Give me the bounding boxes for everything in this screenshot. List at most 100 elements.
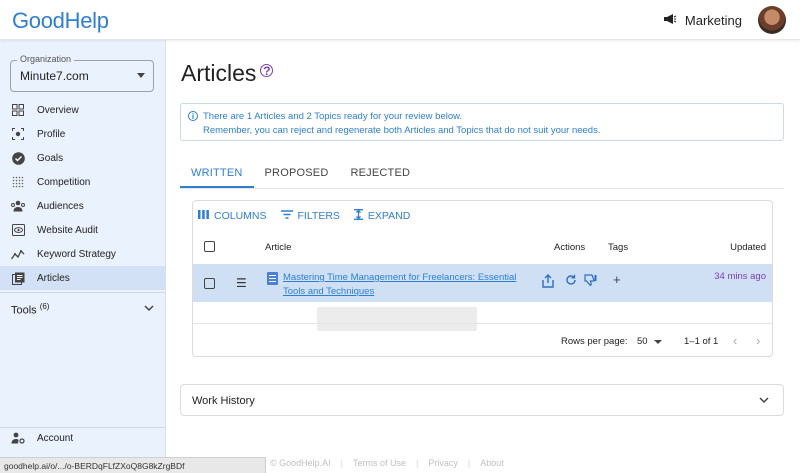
sidebar-item-label: Articles <box>37 272 70 284</box>
columns-icon <box>198 210 209 222</box>
articles-table-card: COLUMNS FILTERS EXPAND Article Actions T… <box>192 200 773 357</box>
pagination-range: 1–1 of 1 <box>684 336 719 347</box>
table-header: Article Actions Tags Updated <box>193 237 772 263</box>
megaphone-icon <box>663 13 677 28</box>
sidebar: Organization Minute7.com Overview Profil… <box>0 40 166 473</box>
work-history-label: Work History <box>192 395 255 407</box>
sidebar-item-label: Website Audit <box>37 224 98 236</box>
profile-scan-icon <box>11 127 25 141</box>
sidebar-divider <box>0 292 166 293</box>
organization-select[interactable]: Organization Minute7.com <box>10 54 154 92</box>
footer-about-link[interactable]: About <box>480 458 504 468</box>
regenerate-icon[interactable] <box>565 274 577 289</box>
app-logo[interactable]: GoodHelp <box>12 8 109 34</box>
eye-box-icon <box>11 223 25 237</box>
page-title: Articles ? <box>181 60 274 87</box>
grid-icon <box>11 103 25 117</box>
sidebar-item-website-audit[interactable]: Website Audit <box>0 218 166 242</box>
sidebar-item-profile[interactable]: Profile <box>0 122 166 146</box>
sidebar-item-label: Audiences <box>37 200 84 212</box>
thumbs-down-icon[interactable] <box>584 274 597 289</box>
filters-button[interactable]: FILTERS <box>280 209 340 223</box>
help-icon[interactable]: ? <box>260 64 274 78</box>
main-content: Articles ? i There are 1 Articles and 2 … <box>166 40 800 473</box>
page-title-text: Articles <box>181 60 257 86</box>
sidebar-item-label: Overview <box>37 104 79 116</box>
column-header-updated[interactable]: Updated <box>730 242 766 253</box>
article-title-link[interactable]: Mastering Time Management for Freelancer… <box>283 271 533 299</box>
sidebar-item-label: Competition <box>37 176 91 188</box>
column-header-actions: Actions <box>554 242 586 253</box>
updated-time: 34 mins ago <box>714 271 766 282</box>
sidebar-item-label: Keyword Strategy <box>37 248 116 260</box>
workspace-name: Marketing <box>684 13 742 28</box>
workspace-switcher[interactable]: Marketing <box>663 13 742 28</box>
table-row[interactable]: ☰ Mastering Time Management for Freelanc… <box>193 264 772 302</box>
next-page-icon[interactable]: › <box>756 333 760 348</box>
footer-separator: | <box>340 458 344 468</box>
sidebar-item-articles[interactable]: Articles <box>0 266 166 290</box>
filter-icon <box>280 210 293 222</box>
columns-label: COLUMNS <box>214 210 267 222</box>
publish-share-icon[interactable] <box>542 274 554 291</box>
info-text-line1: There are 1 Articles and 2 Topics ready … <box>203 111 463 122</box>
tools-count: (6) <box>39 302 50 311</box>
expand-button[interactable]: EXPAND <box>353 209 411 223</box>
caret-down-icon[interactable] <box>654 340 662 344</box>
footer-copyright: © GoodHelp.AI <box>270 458 331 468</box>
sidebar-item-account[interactable]: Account <box>11 431 73 445</box>
dotted-grid-icon <box>11 175 25 189</box>
add-tag-button[interactable]: + <box>613 272 621 287</box>
info-icon: i <box>188 111 198 121</box>
sidebar-item-label: Goals <box>37 152 64 164</box>
sidebar-item-overview[interactable]: Overview <box>0 98 166 122</box>
table-divider <box>193 323 772 324</box>
select-all-checkbox[interactable] <box>204 241 215 252</box>
sidebar-item-goals[interactable]: Goals <box>0 146 166 170</box>
chart-trend-icon <box>11 247 25 261</box>
sidebar-item-competition[interactable]: Competition <box>0 170 166 194</box>
info-banner: i There are 1 Articles and 2 Topics read… <box>180 103 784 141</box>
audience-icon <box>11 199 25 213</box>
caret-down-icon <box>137 73 145 78</box>
list-menu-icon[interactable]: ☰ <box>236 276 247 290</box>
sidebar-item-audiences[interactable]: Audiences <box>0 194 166 218</box>
tools-label: Tools (6) <box>11 302 50 317</box>
document-icon <box>267 272 278 285</box>
column-header-tags: Tags <box>608 242 629 253</box>
table-pagination: Rows per page: 50 1–1 of 1 ‹ › <box>193 332 772 352</box>
user-avatar[interactable] <box>758 6 786 34</box>
article-tabs: WRITTEN PROPOSED REJECTED <box>180 162 421 188</box>
work-history-accordion[interactable]: Work History <box>180 384 784 416</box>
tooltip <box>317 307 477 331</box>
chevron-down-icon <box>759 395 769 407</box>
previous-page-icon[interactable]: ‹ <box>733 333 737 348</box>
organization-value: Minute7.com <box>20 69 89 83</box>
check-circle-icon <box>11 151 25 165</box>
tools-section-toggle[interactable]: Tools (6) <box>11 302 154 317</box>
sidebar-item-keyword-strategy[interactable]: Keyword Strategy <box>0 242 166 266</box>
row-checkbox[interactable] <box>204 278 215 289</box>
expand-icon <box>353 209 363 223</box>
tab-written[interactable]: WRITTEN <box>180 162 254 188</box>
footer-terms-link[interactable]: Terms of Use <box>353 458 406 468</box>
table-toolbar: COLUMNS FILTERS EXPAND <box>198 209 410 223</box>
sidebar-nav: Overview Profile Goals Competition Audie… <box>0 98 166 290</box>
column-header-article[interactable]: Article <box>265 242 291 253</box>
browser-status-url: goodhelp.ai/o/.../o-BERDqFLfZXoQ8G8kZrgB… <box>0 457 266 473</box>
articles-icon <box>11 271 25 285</box>
tab-rejected[interactable]: REJECTED <box>339 162 421 188</box>
chevron-down-icon <box>144 303 154 315</box>
expand-label: EXPAND <box>367 210 411 222</box>
info-text-line2: Remember, you can reject and regenerate … <box>203 125 601 136</box>
footer-separator: | <box>416 458 419 468</box>
footer-privacy-link[interactable]: Privacy <box>428 458 458 468</box>
account-gear-icon <box>11 431 25 445</box>
organization-label: Organization <box>17 54 75 64</box>
tab-proposed[interactable]: PROPOSED <box>254 162 340 188</box>
rows-per-page-select[interactable]: 50 <box>637 336 648 347</box>
columns-button[interactable]: COLUMNS <box>198 209 267 223</box>
account-label: Account <box>37 432 74 444</box>
filters-label: FILTERS <box>297 210 340 222</box>
rows-per-page-label: Rows per page: <box>561 336 628 347</box>
